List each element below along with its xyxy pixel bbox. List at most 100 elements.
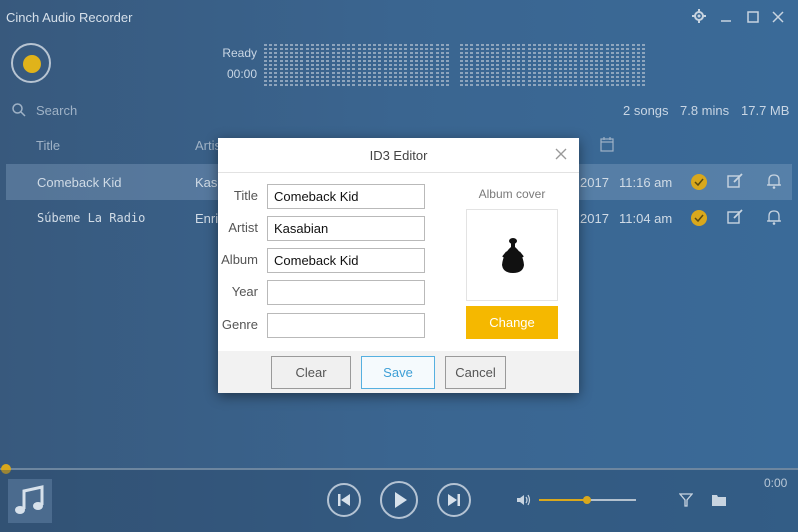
meter-segment: [558, 44, 562, 88]
search-icon[interactable]: [12, 103, 26, 117]
genre-field[interactable]: [267, 313, 425, 338]
volume-knob[interactable]: [583, 496, 591, 504]
play-icon: [395, 492, 407, 508]
song-count: 2 songs: [623, 103, 669, 118]
album-cover-image: [466, 209, 558, 301]
edit-icon[interactable]: [726, 172, 746, 192]
bell-icon[interactable]: [765, 208, 785, 228]
meter-segment: [446, 44, 449, 88]
dialog-title: ID3 Editor: [369, 148, 428, 163]
bell-icon[interactable]: [765, 172, 785, 192]
track-artist: Enri: [195, 211, 219, 226]
app-window: Cinch Audio Recorder Ready 00:00 Search …: [0, 0, 798, 532]
level-meter-left: [264, 44, 452, 88]
edit-icon[interactable]: [726, 208, 746, 228]
previous-icon: [338, 494, 350, 506]
search-input[interactable]: Search: [36, 103, 77, 118]
meter-segment: [460, 44, 463, 88]
meter-segment: [378, 44, 382, 88]
meter-segment: [368, 44, 371, 88]
meter-segment: [316, 44, 319, 88]
recorder-time: 00:00: [226, 67, 257, 81]
maximize-icon[interactable]: [743, 8, 763, 28]
meter-segment: [642, 44, 645, 88]
meter-segment: [486, 44, 489, 88]
meter-segment: [621, 44, 625, 88]
meter-segment: [480, 44, 484, 88]
meter-segment: [512, 44, 515, 88]
meter-segment: [284, 44, 288, 88]
title-field-label: Title: [233, 188, 258, 203]
meter-segment: [590, 44, 593, 88]
meter-segment: [388, 44, 392, 88]
meter-segment: [404, 44, 408, 88]
meter-segment: [517, 44, 521, 88]
meter-segment: [383, 44, 387, 88]
meter-segment: [331, 44, 335, 88]
meter-segment: [295, 44, 299, 88]
album-field-label: Album: [221, 252, 258, 267]
volume-icon[interactable]: [516, 493, 532, 507]
meter-segment: [373, 44, 377, 88]
record-button[interactable]: [11, 43, 51, 83]
meter-segment: [274, 44, 278, 88]
meter-segment: [394, 44, 397, 88]
meter-segment: [501, 44, 505, 88]
filter-icon[interactable]: [678, 493, 694, 507]
clear-button[interactable]: Clear: [271, 356, 351, 389]
meter-segment: [414, 44, 418, 88]
record-dot: [23, 55, 41, 73]
title-field[interactable]: [267, 184, 425, 209]
column-header-title[interactable]: Title: [36, 138, 60, 153]
id3-editor-dialog: ID3 Editor Title Artist Album Year Genre…: [218, 138, 579, 393]
meter-segment: [321, 44, 325, 88]
close-icon[interactable]: [554, 147, 568, 161]
change-cover-button[interactable]: Change: [466, 306, 558, 339]
calendar-icon[interactable]: [600, 136, 614, 152]
meter-segment: [430, 44, 434, 88]
close-icon[interactable]: [768, 8, 788, 28]
volume-level: [539, 499, 587, 501]
total-duration: 7.8 mins: [680, 103, 730, 118]
meter-segment: [553, 44, 557, 88]
music-note-icon: [8, 479, 52, 523]
previous-button[interactable]: [327, 483, 361, 517]
meter-segment: [357, 44, 361, 88]
track-title: Súbeme La Radio: [37, 211, 146, 225]
meter-segment: [399, 44, 403, 88]
meter-segment: [584, 44, 588, 88]
meter-segment: [435, 44, 439, 88]
meter-segment: [579, 44, 583, 88]
artist-field[interactable]: [267, 216, 425, 241]
meter-segment: [574, 44, 578, 88]
title-bar: Cinch Audio Recorder: [0, 0, 798, 36]
year-field[interactable]: [267, 280, 425, 305]
recorder-status: Ready: [222, 46, 257, 60]
track-date: 2017: [580, 175, 609, 190]
year-field-label: Year: [231, 284, 258, 299]
meter-segment: [470, 44, 474, 88]
meter-segment: [527, 44, 531, 88]
check-icon: [691, 174, 707, 190]
meter-segment: [347, 44, 351, 88]
meter-segment: [491, 44, 495, 88]
meter-segment: [475, 44, 479, 88]
meter-segment: [532, 44, 536, 88]
folder-icon[interactable]: [711, 493, 727, 507]
meter-segment: [420, 44, 423, 88]
gear-icon[interactable]: [689, 8, 709, 28]
album-field[interactable]: [267, 248, 425, 273]
cancel-button[interactable]: Cancel: [445, 356, 506, 389]
meter-segment: [465, 44, 469, 88]
next-button[interactable]: [437, 483, 471, 517]
meter-segment: [269, 44, 273, 88]
meter-segment: [616, 44, 619, 88]
meter-segment: [506, 44, 510, 88]
meter-segment: [631, 44, 635, 88]
app-title: Cinch Audio Recorder: [6, 10, 133, 25]
minimize-icon[interactable]: [716, 8, 736, 28]
save-button[interactable]: Save: [361, 356, 435, 389]
track-title: Comeback Kid: [37, 175, 122, 190]
total-size: 17.7 MB: [741, 103, 790, 118]
play-button[interactable]: [380, 481, 418, 519]
